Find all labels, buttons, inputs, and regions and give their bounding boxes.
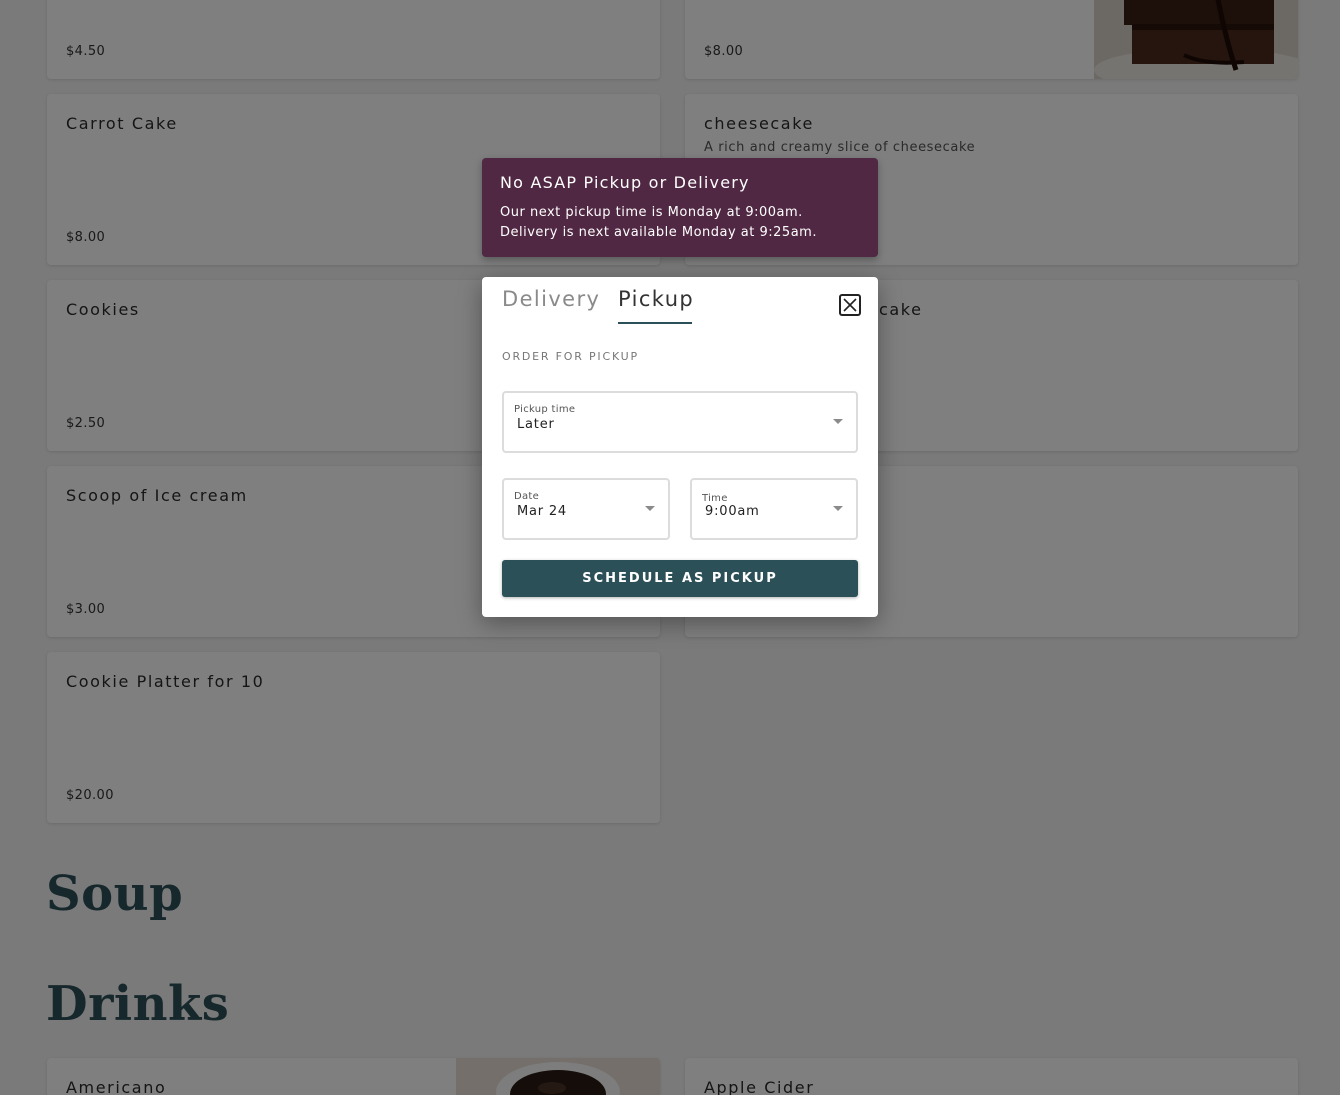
date-select[interactable]: Date Mar 24 — [502, 478, 670, 540]
active-tab-indicator — [618, 322, 692, 324]
time-select[interactable]: Time 9:00am — [690, 478, 858, 540]
banner-pickup-text: Our next pickup time is Monday at 9:00am… — [500, 205, 803, 220]
pickup-time-value: Later — [517, 417, 555, 432]
date-label: Date — [514, 491, 540, 502]
tab-delivery[interactable]: Delivery — [502, 287, 600, 311]
availability-banner: No ASAP Pickup or Delivery Our next pick… — [482, 158, 878, 257]
time-value: 9:00am — [705, 504, 760, 519]
tab-pickup[interactable]: Pickup — [618, 287, 694, 311]
banner-title: No ASAP Pickup or Delivery — [500, 173, 750, 192]
banner-delivery-text: Delivery is next available Monday at 9:2… — [500, 225, 817, 240]
chevron-down-icon — [833, 506, 843, 511]
pickup-time-label: Pickup time — [514, 404, 576, 415]
close-icon — [843, 298, 857, 312]
pickup-time-select[interactable]: Pickup time Later — [502, 391, 858, 453]
time-label: Time — [702, 493, 728, 504]
schedule-as-pickup-button[interactable]: SCHEDULE AS PICKUP — [502, 560, 858, 597]
close-button[interactable] — [839, 294, 861, 316]
order-type-modal: Delivery Pickup ORDER FOR PICKUP Pickup … — [482, 277, 878, 617]
date-value: Mar 24 — [517, 504, 568, 519]
chevron-down-icon — [833, 419, 843, 424]
order-for-pickup-label: ORDER FOR PICKUP — [502, 350, 639, 363]
chevron-down-icon — [645, 506, 655, 511]
